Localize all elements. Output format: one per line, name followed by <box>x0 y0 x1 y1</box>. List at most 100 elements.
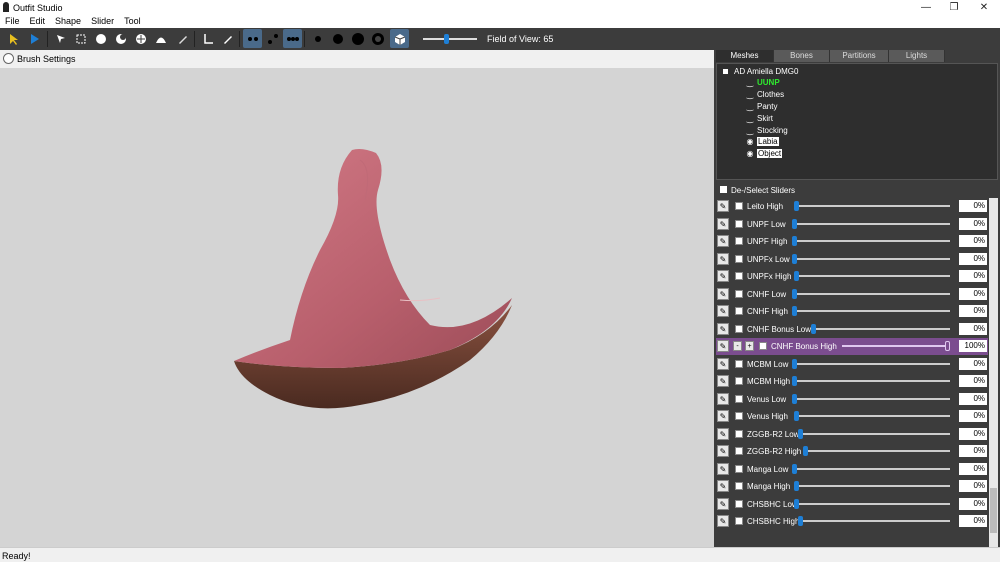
menu-tool[interactable]: Tool <box>119 15 146 28</box>
transform-icon[interactable] <box>25 29 44 48</box>
slider-checkbox[interactable] <box>735 482 743 490</box>
slider-value[interactable]: 0% <box>959 410 987 422</box>
slider-checkbox[interactable] <box>735 429 743 438</box>
tree-item-uunp[interactable]: ‿ UUNP <box>745 77 780 88</box>
slider-row[interactable]: ✎ Venus High 0% <box>716 408 988 425</box>
slider-value[interactable]: 0% <box>959 445 987 457</box>
mesh-tree[interactable]: AD Amiella DMG0 ‿ UUNP ‿ Clothes ‿ Panty ‿ S… <box>716 63 998 180</box>
tree-item-stocking[interactable]: ‿ Stocking <box>745 125 788 136</box>
slider-value[interactable]: 100% <box>959 340 987 352</box>
menu-slider[interactable]: Slider <box>86 15 119 28</box>
edit-slider-pen-icon[interactable]: ✎ <box>717 462 729 475</box>
slider-value[interactable]: 0% <box>959 480 987 492</box>
slider-track[interactable] <box>794 275 950 277</box>
slider-list[interactable]: ✎ Leito High 0% ✎ UNPF Low 0% ✎ UNPF High 0% ✎ UNP… <box>716 198 988 547</box>
slider-value[interactable]: 0% <box>959 462 987 475</box>
slider-checkbox[interactable] <box>735 499 743 508</box>
tree-item-object[interactable]: ◉ Object <box>745 148 783 159</box>
edit-slider-pen-icon[interactable]: ✎ <box>717 392 729 405</box>
slider-track[interactable] <box>792 257 950 260</box>
slider-row[interactable]: ✎ CHSBHC High 0% <box>716 513 988 530</box>
slider-checkbox[interactable] <box>735 447 743 455</box>
slider-row[interactable]: ✎ - + CNHF Bonus High 100% <box>716 338 988 355</box>
slider-value[interactable]: 0% <box>959 252 987 265</box>
hidden-eye-icon[interactable]: ‿ <box>745 89 755 100</box>
edit-slider-pen-icon[interactable]: ✎ <box>717 252 729 265</box>
slider-value[interactable]: 0% <box>959 305 987 317</box>
collapse-icon[interactable] <box>723 69 728 75</box>
slider-checkbox[interactable] <box>735 324 743 333</box>
slider-track[interactable] <box>811 327 950 330</box>
weight-brush-icon[interactable] <box>173 29 192 48</box>
slider-plus-button[interactable]: + <box>745 341 754 351</box>
slider-value[interactable]: 0% <box>959 200 987 212</box>
menu-file[interactable]: File <box>0 15 25 28</box>
slider-track[interactable] <box>798 432 950 435</box>
slider-checkbox[interactable] <box>735 219 743 228</box>
slider-track[interactable] <box>792 362 950 365</box>
edit-slider-pen-icon[interactable]: ✎ <box>717 357 729 370</box>
slider-row[interactable]: ✎ MCBM High 0% <box>716 373 988 390</box>
slider-row[interactable]: ✎ MCBM Low 0% <box>716 356 988 373</box>
slider-checkbox[interactable] <box>735 272 743 280</box>
edit-slider-pen-icon[interactable]: ✎ <box>717 497 729 510</box>
slider-value[interactable]: 0% <box>959 515 987 527</box>
edit-slider-pen-icon[interactable]: ✎ <box>717 410 729 422</box>
slider-row[interactable]: ✎ Venus Low 0% <box>716 391 988 408</box>
slider-row[interactable]: ✎ UNPF Low 0% <box>716 216 988 233</box>
wire-mode-icon[interactable] <box>283 29 302 48</box>
edit-slider-pen-icon[interactable]: ✎ <box>717 515 729 527</box>
visible-eye-icon[interactable]: ◉ <box>745 148 755 159</box>
slider-value[interactable]: 0% <box>959 392 987 405</box>
slider-row[interactable]: ✎ CHSBHC Low 0% <box>716 496 988 513</box>
slider-handle[interactable] <box>945 341 950 351</box>
slider-handle[interactable] <box>792 288 797 299</box>
edit-slider-pen-icon[interactable]: ✎ <box>717 217 729 230</box>
slider-handle[interactable] <box>794 271 799 281</box>
slider-value[interactable]: 0% <box>959 235 987 247</box>
menu-edit[interactable]: Edit <box>25 15 51 28</box>
slider-row[interactable]: ✎ ZGGB-R2 Low 0% <box>716 426 988 443</box>
slider-handle[interactable] <box>794 201 799 211</box>
slider-checkbox[interactable] <box>735 307 743 315</box>
slider-handle[interactable] <box>794 411 799 421</box>
slider-track[interactable] <box>792 240 950 242</box>
close-button[interactable]: ✕ <box>970 0 998 15</box>
slider-value[interactable]: 0% <box>959 427 987 440</box>
edit-slider-pen-icon[interactable]: ✎ <box>717 287 729 300</box>
slider-track[interactable] <box>792 222 950 225</box>
slider-handle[interactable] <box>792 358 797 369</box>
edit-slider-pen-icon[interactable]: ✎ <box>717 427 729 440</box>
edge-mode-icon[interactable] <box>263 29 282 48</box>
slider-value[interactable]: 0% <box>959 357 987 370</box>
pen-icon[interactable] <box>218 29 237 48</box>
slider-value[interactable]: 0% <box>959 375 987 387</box>
slider-minus-button[interactable]: - <box>733 341 742 351</box>
scroll-thumb[interactable] <box>990 488 997 533</box>
slider-handle[interactable] <box>798 516 804 526</box>
inflate-brush-icon[interactable] <box>91 29 110 48</box>
slider-handle[interactable] <box>798 428 804 439</box>
slider-checkbox[interactable] <box>735 202 743 210</box>
slider-row[interactable]: ✎ Manga Low 0% <box>716 461 988 478</box>
select-brush-icon[interactable] <box>3 29 22 48</box>
tab-lights[interactable]: Lights <box>889 50 945 62</box>
slider-checkbox[interactable] <box>735 359 743 368</box>
slider-row[interactable]: ✎ UNPF High 0% <box>716 233 988 250</box>
slider-value[interactable]: 0% <box>959 287 987 300</box>
slider-value[interactable]: 0% <box>959 270 987 282</box>
slider-scrollbar[interactable] <box>989 198 998 547</box>
slider-row[interactable]: ✎ CNHF Bonus Low 0% <box>716 321 988 338</box>
brush-size-3-icon[interactable] <box>348 29 367 48</box>
mesh-render[interactable] <box>0 50 714 547</box>
edit-slider-pen-icon[interactable]: ✎ <box>717 200 729 212</box>
slider-handle[interactable] <box>792 253 797 264</box>
tab-partitions[interactable]: Partitions <box>830 50 889 62</box>
brush-size-1-icon[interactable] <box>308 29 327 48</box>
slider-row[interactable]: ✎ Manga High 0% <box>716 478 988 495</box>
slider-track[interactable] <box>792 380 950 382</box>
slider-row[interactable]: ✎ ZGGB-R2 High 0% <box>716 443 988 460</box>
slider-track[interactable] <box>794 502 950 505</box>
slider-value[interactable]: 0% <box>959 217 987 230</box>
hidden-eye-icon[interactable]: ‿ <box>745 77 755 88</box>
